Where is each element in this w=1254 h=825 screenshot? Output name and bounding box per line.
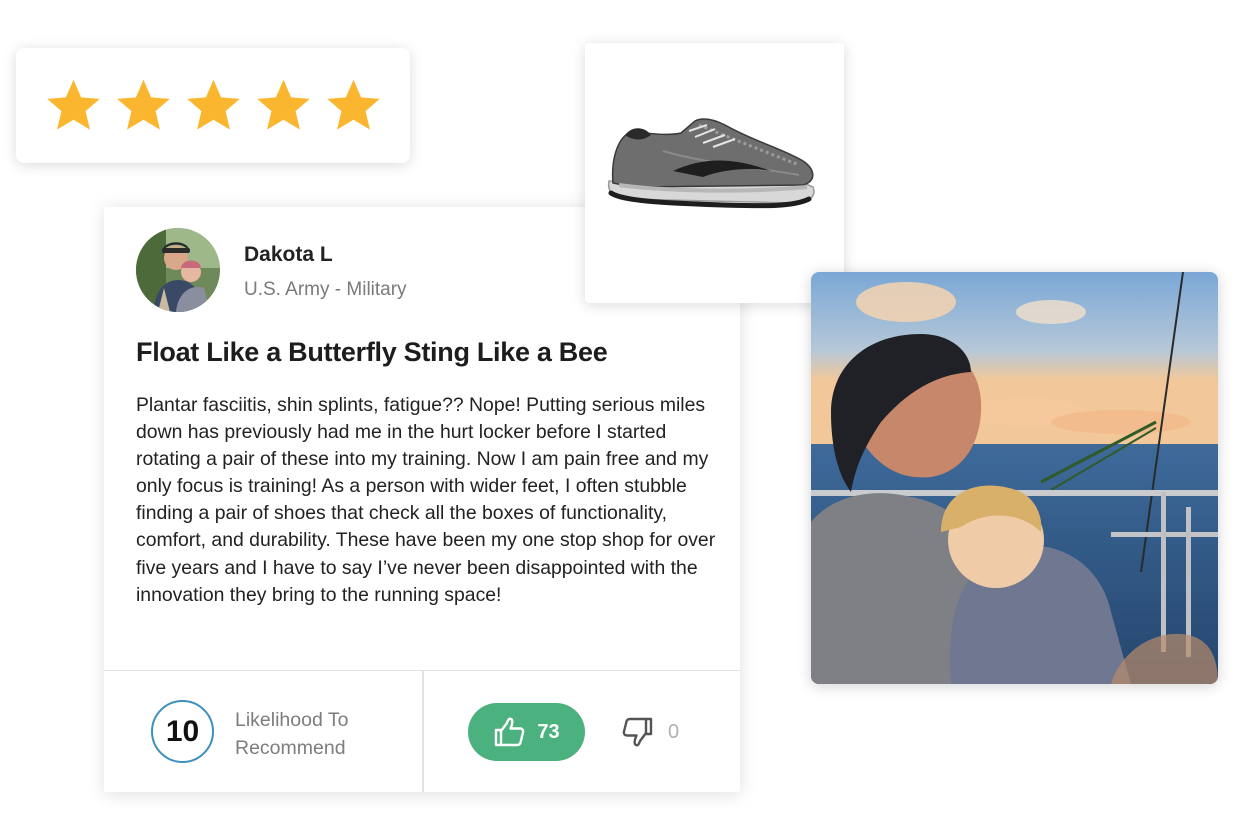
- star-icon: [257, 79, 310, 130]
- star-icon: [47, 79, 100, 130]
- unhelpful-count: 0: [668, 720, 680, 743]
- reviewer-affiliation: U.S. Army - Military: [244, 279, 407, 300]
- footer-divider: [422, 671, 424, 792]
- star-icon: [187, 79, 240, 130]
- reviewer-name: Dakota L: [244, 243, 333, 266]
- reviewer-photo-image: [811, 272, 1218, 684]
- unhelpful-vote-button[interactable]: 0: [620, 715, 679, 749]
- thumbs-down-icon: [622, 717, 653, 747]
- review-body: Plantar fasciitis, shin splints, fatigue…: [136, 394, 716, 606]
- star-icon: [117, 79, 170, 130]
- running-shoe-image: [607, 118, 815, 209]
- reviewer-avatar: [136, 228, 220, 312]
- star-icon: [327, 79, 380, 130]
- star-rating-card: [16, 48, 410, 163]
- helpful-vote-button[interactable]: 73: [468, 703, 585, 761]
- review-showcase: Dakota L U.S. Army - Military Float Like…: [0, 0, 1254, 825]
- recommend-score: 10: [151, 700, 214, 763]
- thumbs-up-icon: [495, 717, 525, 747]
- helpful-count: 73: [537, 720, 560, 743]
- recommend-label: Likelihood To Recommend: [235, 709, 349, 759]
- reviewer-photo: [811, 272, 1218, 684]
- review-title: Float Like a Butterfly Sting Like a Bee: [136, 337, 608, 367]
- product-image-card: [585, 43, 844, 303]
- review-footer: 10 Likelihood To Recommend 73 0: [104, 670, 740, 792]
